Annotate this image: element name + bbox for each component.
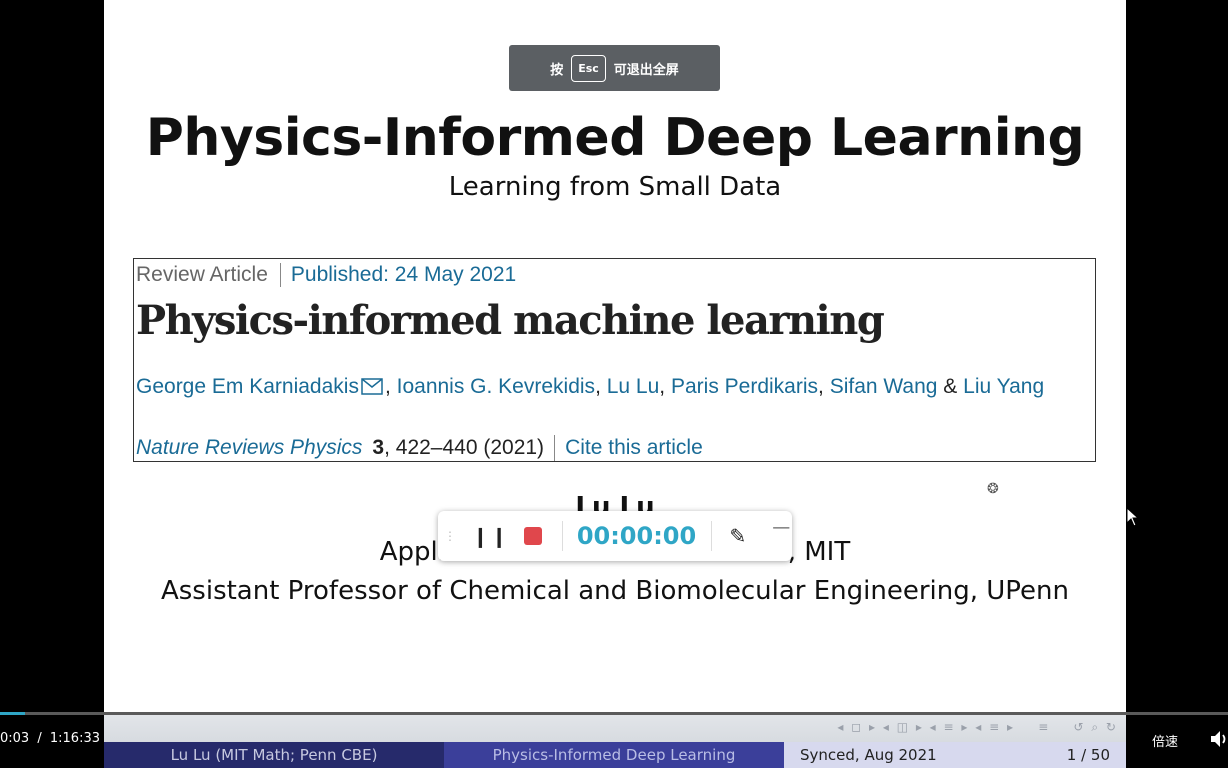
slide-title: Physics-Informed Deep Learning [145, 108, 1085, 168]
footer-title: Physics-Informed Deep Learning [444, 742, 784, 768]
total-time: 1:16:33 [49, 731, 100, 746]
esc-key-badge: Esc [571, 54, 606, 82]
toolbar-divider [710, 521, 712, 551]
screen-recorder-toolbar: ⋮ ❙❙ 00:00:00 ✎ — [438, 511, 792, 561]
envelope-icon[interactable] [361, 378, 383, 395]
beamer-navigation-bar: ◂ ◻ ▸ ◂ ◫ ▸ ◂ ≡ ▸ ◂ ≡ ▸ ≡ ↺ ⌕ ↻ [104, 712, 1126, 742]
journal-volume: 3 [372, 436, 385, 459]
author-link[interactable]: Paris Perdikaris [671, 375, 818, 398]
stop-icon[interactable] [523, 527, 542, 545]
drag-handle-icon[interactable]: ⋮ [444, 529, 456, 543]
pause-icon[interactable]: ❙❙ [472, 524, 510, 548]
footer-page-number: 1 / 50 [1066, 746, 1110, 764]
cite-article-link[interactable]: Cite this article [565, 436, 703, 460]
playback-speed-button[interactable]: 倍速 [1152, 731, 1178, 750]
time-display: 0:03 / 1:16:33 [0, 731, 100, 746]
loading-spinner-icon: ❂ [987, 481, 999, 497]
article-card: Review Article Published: 24 May 2021 Ph… [133, 258, 1096, 462]
article-title: Physics-informed machine learning [136, 297, 885, 344]
footer-date: Synced, Aug 2021 [800, 746, 937, 764]
footer-info: Synced, Aug 2021 1 / 50 [784, 742, 1126, 768]
slide-subtitle: Learning from Small Data [448, 172, 782, 202]
beamer-nav-symbols-icon[interactable]: ◂ ◻ ▸ ◂ ◫ ▸ ◂ ≡ ▸ ◂ ≡ ▸ ≡ ↺ ⌕ ↻ [837, 720, 1118, 735]
video-progress-bar[interactable] [0, 712, 1228, 715]
video-progress-fill [0, 712, 25, 715]
author-link[interactable]: Ioannis G. Kevrekidis [397, 375, 595, 398]
time-separator: / [37, 731, 42, 746]
citation-divider [554, 435, 556, 461]
exit-fullscreen-toast: 按 Esc 可退出全屏 [509, 45, 720, 91]
author-link[interactable]: George Em Karniadakis [136, 375, 359, 398]
presenter-affiliation-2: Assistant Professor of Chemical and Biom… [160, 576, 1070, 606]
article-meta: Review Article Published: 24 May 2021 [136, 263, 516, 287]
footer-author: Lu Lu (MIT Math; Penn CBE) [104, 742, 444, 768]
minimize-icon[interactable]: — [772, 517, 790, 538]
journal-link[interactable]: Nature Reviews Physics [136, 436, 362, 460]
beamer-footer: Lu Lu (MIT Math; Penn CBE) Physics-Infor… [104, 742, 1126, 768]
article-type: Review Article [136, 263, 281, 287]
toast-suffix: 可退出全屏 [613, 62, 679, 78]
volume-icon[interactable] [1209, 728, 1228, 750]
journal-pages: , 422–440 (2021) [384, 436, 545, 459]
slide: 按 Esc 可退出全屏 Physics-Informed Deep Learni… [104, 0, 1126, 742]
pen-icon[interactable]: ✎ [730, 524, 747, 548]
author-link[interactable]: Liu Yang [963, 375, 1044, 398]
article-citation: Nature Reviews Physics 3 , 422–440 (2021… [136, 435, 703, 461]
article-authors: George Em Karniadakis, Ioannis G. Kevrek… [136, 375, 1045, 398]
author-link[interactable]: Lu Lu [607, 375, 660, 398]
recording-timer: 00:00:00 [576, 522, 697, 550]
mouse-pointer-icon [1126, 507, 1138, 527]
current-time: 0:03 [0, 731, 30, 746]
author-link[interactable]: Sifan Wang [830, 375, 938, 398]
article-published-date: Published: 24 May 2021 [290, 263, 517, 286]
toast-prefix: 按 [550, 62, 564, 78]
